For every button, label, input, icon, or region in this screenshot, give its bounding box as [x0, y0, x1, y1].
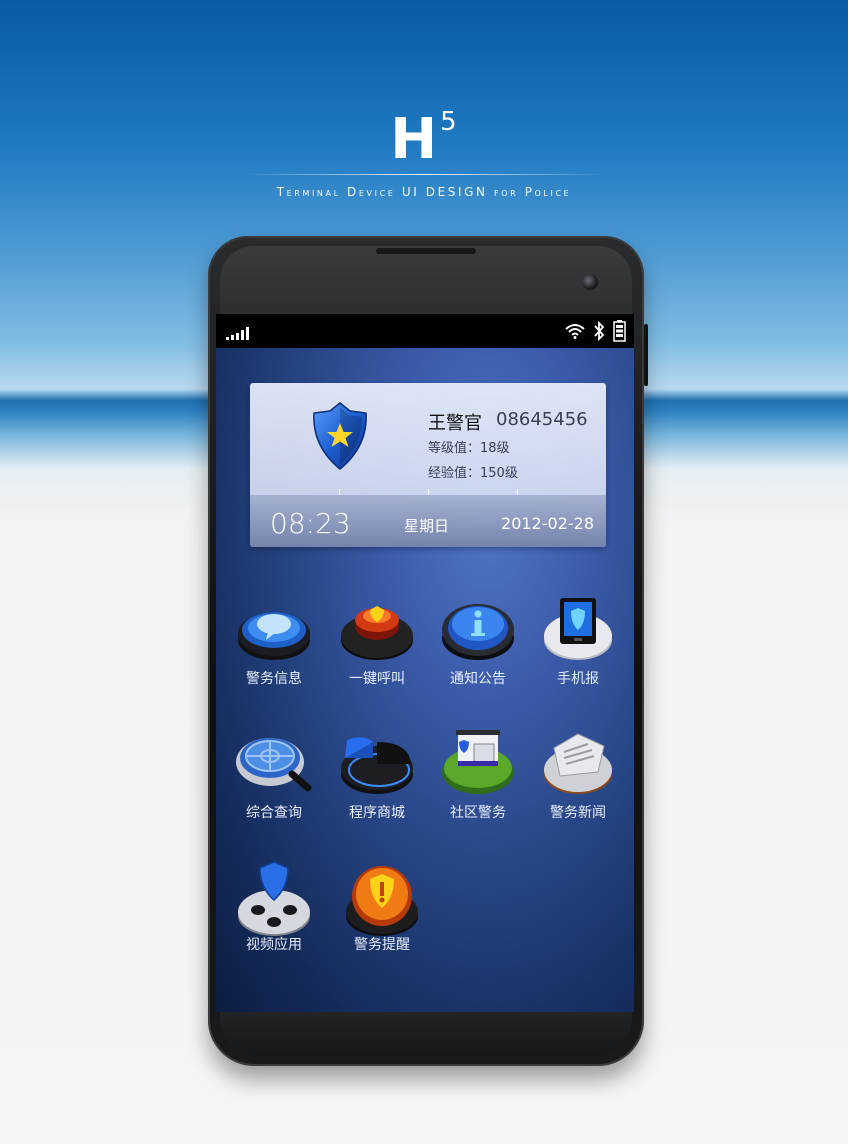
brand-logo-letter: H	[390, 107, 439, 172]
app-video[interactable]: 视频应用	[224, 860, 324, 970]
newspaper-icon	[544, 733, 612, 794]
app-label: 警务提醒	[354, 937, 410, 953]
police-station-icon	[442, 730, 514, 794]
app-police-reminder[interactable]: 警务提醒	[332, 860, 432, 970]
app-police-info[interactable]: 警务信息	[224, 594, 324, 704]
app-label: 程序商城	[349, 805, 405, 821]
brand-subtitle: Terminal Device UI DESIGN for Police	[276, 185, 572, 199]
app-label: 综合查询	[246, 805, 302, 821]
app-label: 一键呼叫	[349, 671, 405, 687]
app-grid: 警务信息 一键呼叫 通知公告 手机报 综合查询 程序商城 社区警务 警务新闻 视…	[216, 314, 634, 1012]
brand-logo-superscript: 5	[440, 107, 458, 137]
film-reel-icon	[238, 861, 310, 936]
phone-screen: 王警官 08645456 等级值：18级 经验值：150级 08:23 星期日 …	[216, 314, 634, 1012]
warning-icon	[346, 866, 418, 936]
alarm-button-icon	[341, 606, 413, 660]
chat-bubble-icon	[238, 612, 310, 660]
app-store[interactable]: 程序商城	[327, 728, 427, 838]
app-one-key-call[interactable]: 一键呼叫	[327, 594, 427, 704]
front-camera	[582, 274, 598, 290]
app-label: 手机报	[557, 671, 599, 687]
app-mobile-news[interactable]: 手机报	[528, 594, 628, 704]
app-label: 视频应用	[246, 937, 302, 953]
power-button[interactable]	[644, 324, 648, 386]
app-notice[interactable]: 通知公告	[428, 594, 528, 704]
app-label: 警务新闻	[550, 805, 606, 821]
brand-header: H5 Terminal Device UI DESIGN for Police	[0, 92, 848, 199]
app-police-news[interactable]: 警务新闻	[528, 728, 628, 838]
magnifier-icon	[236, 738, 312, 792]
pie-store-icon	[341, 737, 413, 794]
info-icon	[442, 604, 514, 660]
brand-logo: H5	[0, 92, 848, 170]
app-query[interactable]: 综合查询	[224, 728, 324, 838]
brand-divider	[244, 174, 604, 175]
phone-bottom-bezel	[220, 1012, 632, 1056]
app-label: 通知公告	[450, 671, 506, 687]
phone-speaker	[376, 248, 476, 254]
app-label: 社区警务	[450, 805, 506, 821]
app-label: 警务信息	[246, 671, 302, 687]
app-community-police[interactable]: 社区警务	[428, 728, 528, 838]
phone-shield-icon	[544, 598, 612, 660]
